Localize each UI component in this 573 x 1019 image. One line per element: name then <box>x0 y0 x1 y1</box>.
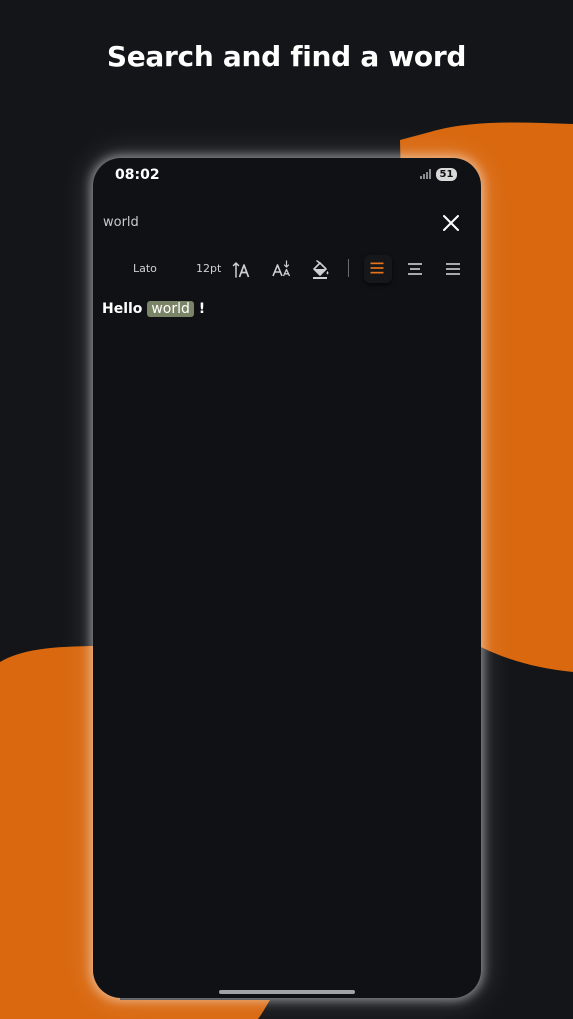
text-after-match: ! <box>193 301 206 317</box>
align-center-icon[interactable] <box>402 256 428 282</box>
battery-icon: 51 <box>436 168 457 181</box>
text-before-match: Hello <box>102 301 148 317</box>
font-spacing-icon[interactable] <box>269 256 295 282</box>
home-indicator[interactable] <box>219 990 355 994</box>
fill-color-icon[interactable] <box>307 256 333 282</box>
toolbar-divider <box>348 259 349 277</box>
phone-screen: 08:02 51 world Lato 12pt Hello world ! <box>93 158 481 998</box>
align-left-icon[interactable] <box>364 255 392 283</box>
headline: Search and find a word <box>106 40 467 73</box>
search-match-highlight: world <box>147 301 194 317</box>
font-size-selector[interactable]: 12pt <box>196 257 221 281</box>
search-input[interactable]: world <box>103 215 139 230</box>
signal-icon <box>420 169 431 179</box>
document-text[interactable]: Hello world ! <box>102 301 205 317</box>
close-icon[interactable] <box>438 210 464 236</box>
font-family-selector[interactable]: Lato <box>133 257 157 281</box>
align-right-icon[interactable] <box>440 256 466 282</box>
status-time: 08:02 <box>115 167 160 183</box>
font-size-icon[interactable] <box>230 256 256 282</box>
